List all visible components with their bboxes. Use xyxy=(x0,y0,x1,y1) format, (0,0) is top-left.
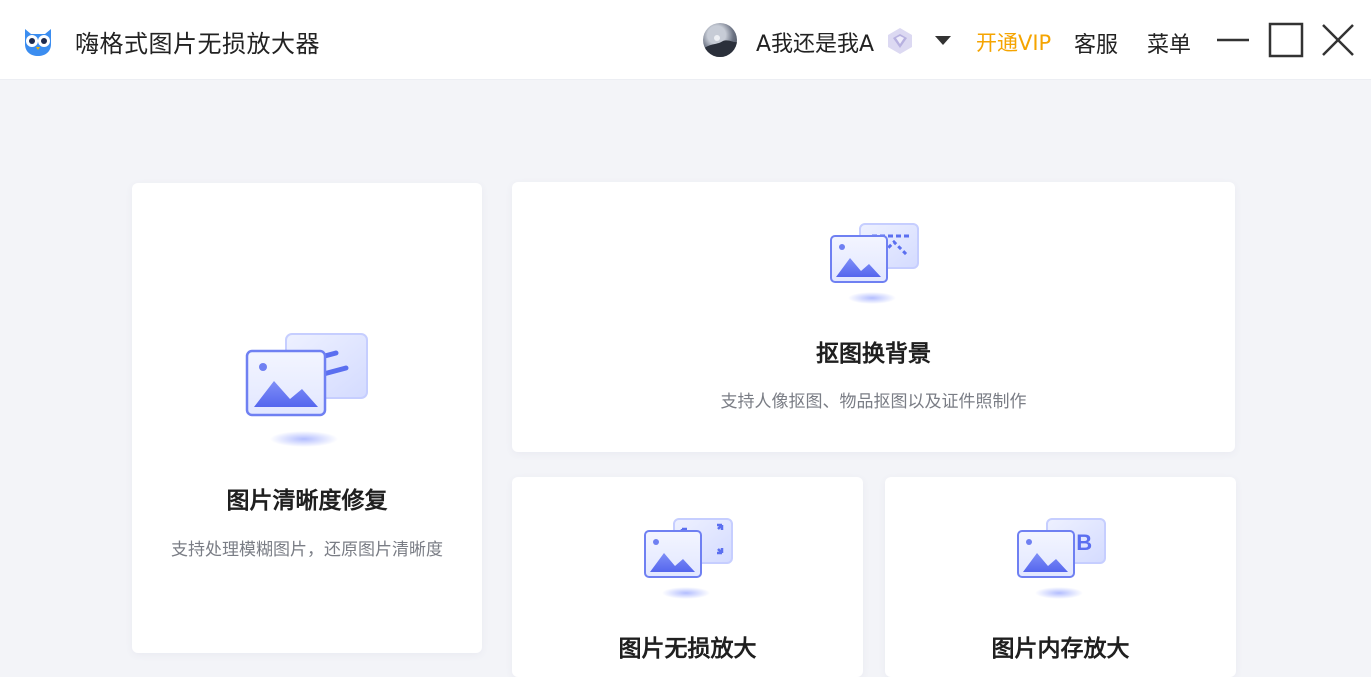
menu-link[interactable]: 菜单 xyxy=(1147,27,1191,59)
card-description: 支持人像抠图、物品抠图以及证件照制作 xyxy=(720,392,1027,412)
avatar[interactable] xyxy=(703,23,737,57)
card-title: 图片清晰度修复 xyxy=(226,488,388,514)
title-bar: 嗨格式图片无损放大器 A我还是我A 开通VIP 客服 菜单 xyxy=(0,0,1371,80)
image-mb-icon: MB xyxy=(1017,518,1106,599)
card-description: 支持处理模糊图片，还原图片清晰度 xyxy=(171,540,443,560)
card-image-size-enlarge[interactable]: MB 图片内存放大 xyxy=(885,477,1236,677)
user-avatar xyxy=(703,35,737,57)
username[interactable]: A我还是我A xyxy=(756,26,874,58)
app-title: 嗨格式图片无损放大器 xyxy=(75,30,320,58)
maximize-icon[interactable] xyxy=(1268,22,1304,58)
card-title: 抠图换背景 xyxy=(816,341,931,367)
image-sharpen-icon xyxy=(245,333,368,447)
open-vip-link[interactable]: 开通VIP xyxy=(976,27,1051,57)
card-title: 图片无损放大 xyxy=(618,636,757,662)
caret-down-icon[interactable] xyxy=(933,33,953,47)
image-cutout-icon xyxy=(830,223,919,304)
owl-logo-icon xyxy=(25,29,51,56)
image-enlarge-icon xyxy=(644,518,733,599)
card-title: 图片内存放大 xyxy=(991,636,1130,662)
close-icon[interactable] xyxy=(1320,22,1356,58)
card-cutout-background[interactable]: 抠图换背景 支持人像抠图、物品抠图以及证件照制作 xyxy=(512,182,1235,452)
minimize-icon[interactable] xyxy=(1215,22,1251,58)
customer-service-link[interactable]: 客服 xyxy=(1074,27,1118,59)
vip-diamond-badge-icon xyxy=(888,28,912,54)
card-image-clarity-repair[interactable]: 图片清晰度修复 支持处理模糊图片，还原图片清晰度 xyxy=(132,183,482,653)
card-image-lossless-enlarge[interactable]: 图片无损放大 xyxy=(512,477,863,677)
